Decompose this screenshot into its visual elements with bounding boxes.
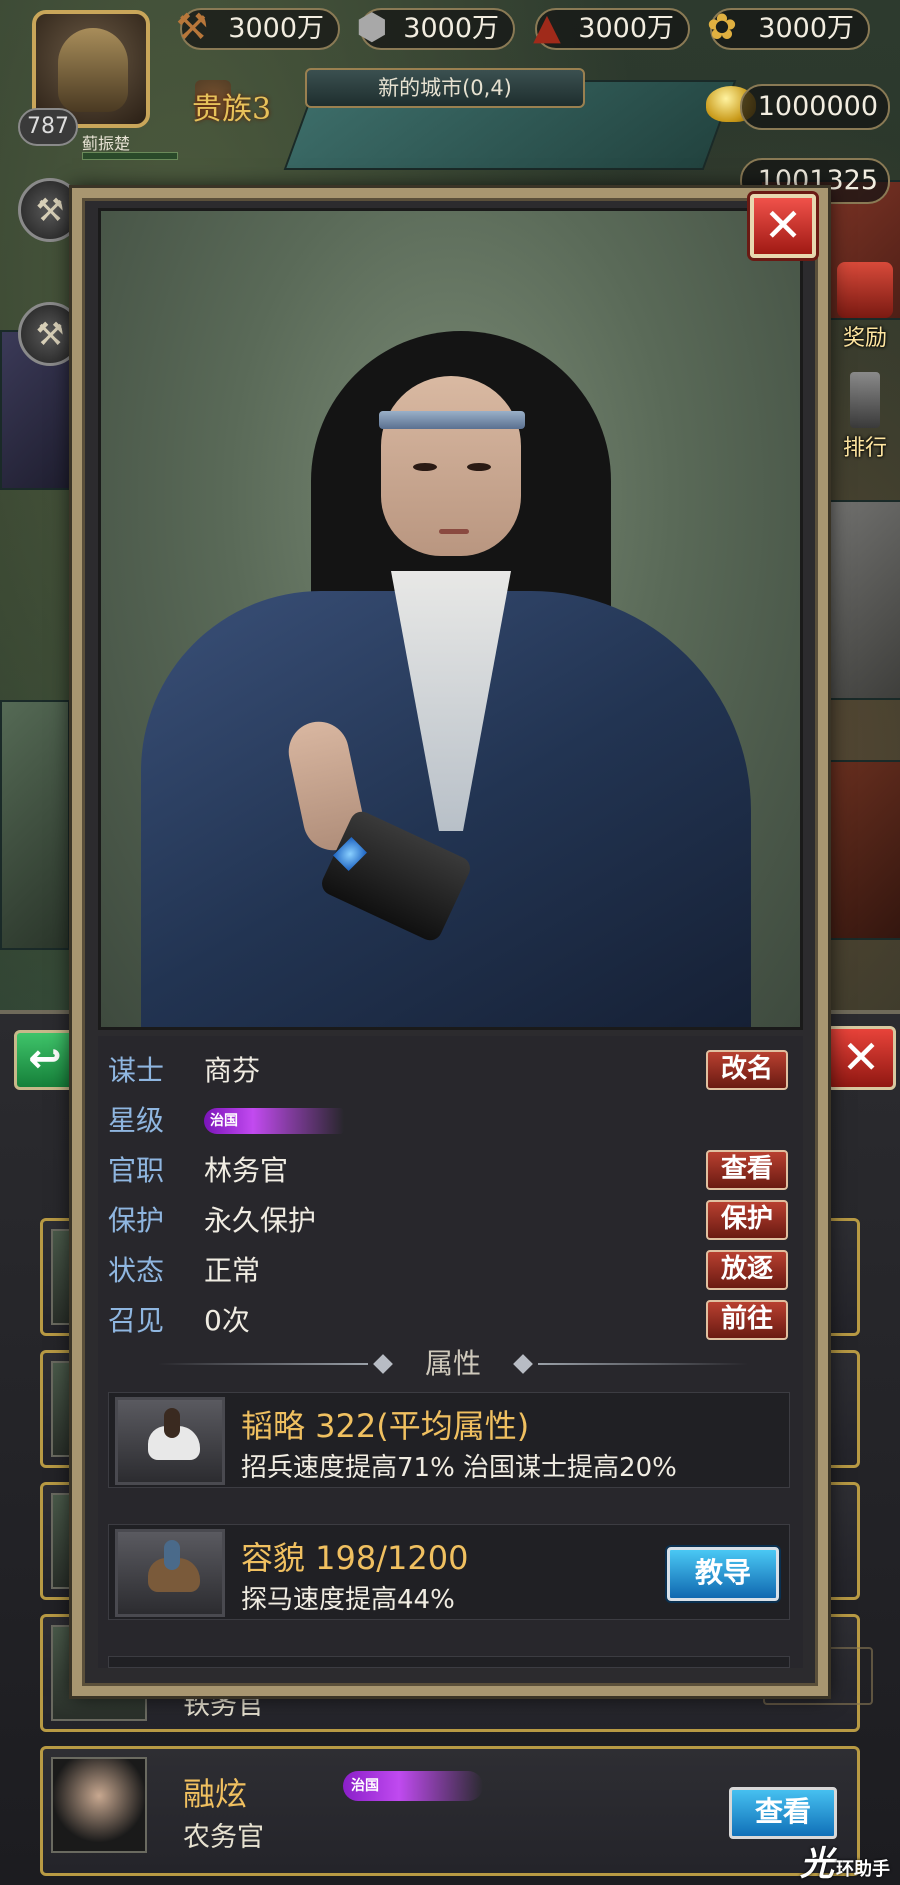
advisor-row-status: 状态 正常 放逐 [108, 1250, 798, 1292]
character-eye [467, 463, 491, 471]
list-item[interactable]: 融炫 治国 农务官 查看 [40, 1746, 860, 1876]
rider-icon [164, 1408, 180, 1438]
advisor-thumbnail [51, 1757, 147, 1853]
exile-button[interactable]: 放逐 [706, 1250, 788, 1290]
iron-ore-icon: ▲ [533, 7, 561, 48]
wood-resource[interactable]: ⚒ 3000万 [176, 7, 340, 50]
row-key: 星级 [108, 1104, 165, 1137]
watermark: 光环助手 [800, 1836, 890, 1885]
section-divider: 属性 [158, 1344, 748, 1384]
advisor-name: 商芬 [204, 1054, 261, 1087]
character-headband [379, 411, 525, 429]
list-close-button[interactable]: ✕ [826, 1026, 896, 1090]
advisor-info-panel: 谋士 商芬 改名 星级 治国 官职 林务官 查看 保护 永久保护 保护 状态 正… [98, 1036, 803, 1668]
divider-line [538, 1363, 748, 1365]
advisor-portrait [98, 208, 803, 1030]
attribute-thumbnail [115, 1529, 225, 1617]
ranking-shortcut[interactable]: 排行 [830, 372, 900, 462]
protect-button[interactable]: 保护 [706, 1200, 788, 1240]
character-mouth [439, 529, 469, 534]
rename-button[interactable]: 改名 [706, 1050, 788, 1090]
helmet-icon [58, 28, 128, 112]
iron-resource[interactable]: ▲ 3000万 [533, 7, 690, 50]
summon-count: 0次 [204, 1304, 250, 1337]
food-amount: 3000万 [758, 13, 854, 44]
gold-amount[interactable]: 1000000 [740, 84, 890, 130]
food-resource[interactable]: ✿ 3000万 [707, 7, 870, 50]
advisor-row-protect: 保护 永久保护 保护 [108, 1200, 798, 1242]
attribute-card-appearance: 容貌 198/1200 探马速度提高44% 教导 [108, 1524, 790, 1620]
wood-icon: ⚒ [175, 7, 209, 48]
building-roof [0, 700, 70, 950]
attribute-card-strategy: 韬略 322(平均属性) 招兵速度提高71% 治国谋士提高20% [108, 1392, 790, 1488]
row-key: 官职 [108, 1154, 165, 1187]
row-key: 状态 [108, 1254, 165, 1287]
advisor-row-star: 星级 治国 [108, 1100, 798, 1142]
back-button[interactable]: ↩ [14, 1030, 76, 1090]
reward-label: 奖励 [842, 326, 887, 351]
reward-shortcut[interactable]: 奖励 [830, 262, 900, 352]
row-key: 谋士 [108, 1054, 165, 1087]
iron-amount: 3000万 [578, 13, 674, 44]
player-name: 蓟振楚 [82, 134, 131, 153]
star-badge: 治国 [343, 1771, 483, 1801]
gift-icon [837, 262, 893, 318]
advisor-status: 正常 [204, 1254, 261, 1287]
watermark-logo: 光 [800, 1844, 834, 1884]
advisor-post: 农务官 [183, 1822, 264, 1853]
close-button[interactable]: ✕ [750, 194, 816, 258]
goto-button[interactable]: 前往 [706, 1300, 788, 1340]
player-exp-bar [82, 152, 178, 160]
teach-button[interactable]: 教导 [667, 1547, 779, 1601]
attribute-name: 韬略 322(平均属性) [241, 1407, 530, 1445]
row-key: 召见 [108, 1304, 165, 1337]
stone-resource[interactable]: ⬢ 3000万 [356, 7, 515, 50]
row-key: 保护 [108, 1204, 165, 1237]
sword-ranking-icon [850, 372, 880, 428]
stone-amount: 3000万 [403, 13, 499, 44]
view-button[interactable]: 查看 [729, 1787, 837, 1839]
building-roof [820, 760, 900, 940]
star-badge: 治国 [204, 1108, 344, 1134]
attribute-desc: 探马速度提高44% [241, 1585, 455, 1615]
attribute-thumbnail [115, 1397, 225, 1485]
advisor-name: 融炫 [183, 1775, 248, 1813]
advisor-post: 林务官 [204, 1154, 289, 1187]
protection-status: 永久保护 [204, 1204, 317, 1237]
wood-amount: 3000万 [228, 13, 324, 44]
city-name-plate[interactable]: 新的城市(0,4) [305, 68, 585, 108]
wheat-icon: ✿ [706, 7, 738, 48]
noble-rank[interactable]: 贵族3 [192, 84, 271, 128]
character-eye [413, 463, 437, 471]
stone-icon: ⬢ [356, 7, 388, 48]
player-level-badge: 787 [18, 108, 78, 146]
attribute-name: 容貌 198/1200 [241, 1539, 469, 1577]
ranking-label: 排行 [842, 436, 887, 461]
advisor-row-post: 官职 林务官 查看 [108, 1150, 798, 1192]
attribute-desc: 招兵速度提高71% 治国谋士提高20% [241, 1453, 677, 1483]
rider-icon [164, 1540, 180, 1570]
attribute-card-partial [108, 1656, 790, 1668]
view-button[interactable]: 查看 [706, 1150, 788, 1190]
watermark-text: 环助手 [836, 1859, 890, 1880]
advisor-row-summon: 召见 0次 前往 [108, 1300, 798, 1342]
advisor-row-name: 谋士 商芬 改名 [108, 1050, 798, 1092]
